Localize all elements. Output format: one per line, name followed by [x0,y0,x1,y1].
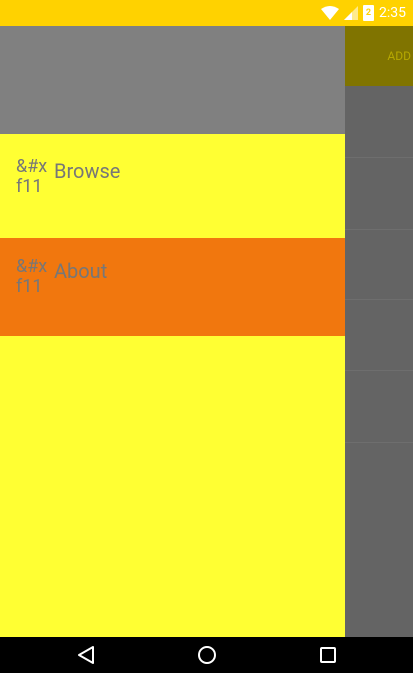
status-time: 2:35 [379,5,406,21]
menu-item-about[interactable]: &#xf11 About [0,238,345,336]
back-icon[interactable] [76,645,96,665]
menu-item-label: Browse [54,159,121,183]
browse-icon: &#xf11 [16,156,48,197]
signal-icon [344,6,358,20]
status-bar: 2 2:35 [0,0,413,26]
about-icon: &#xf11 [16,256,48,297]
wifi-icon [321,6,339,20]
list-divider [345,442,413,443]
navigation-bar [0,637,413,673]
add-button[interactable]: ADD [387,49,411,63]
menu-item-label: About [54,259,108,283]
background-toolbar: ADD [345,26,413,86]
recents-icon[interactable] [318,645,338,665]
list-divider [345,157,413,158]
battery-icon: 2 [363,5,374,21]
background-screen[interactable]: ADD [345,26,413,637]
drawer-header [0,26,345,134]
status-icons: 2 2:35 [321,5,406,21]
list-divider [345,370,413,371]
home-icon[interactable] [197,645,217,665]
navigation-drawer: &#xf11 Browse &#xf11 About [0,26,345,637]
list-divider [345,299,413,300]
menu-item-browse[interactable]: &#xf11 Browse [0,134,345,238]
battery-label: 2 [365,8,372,18]
list-divider [345,229,413,230]
